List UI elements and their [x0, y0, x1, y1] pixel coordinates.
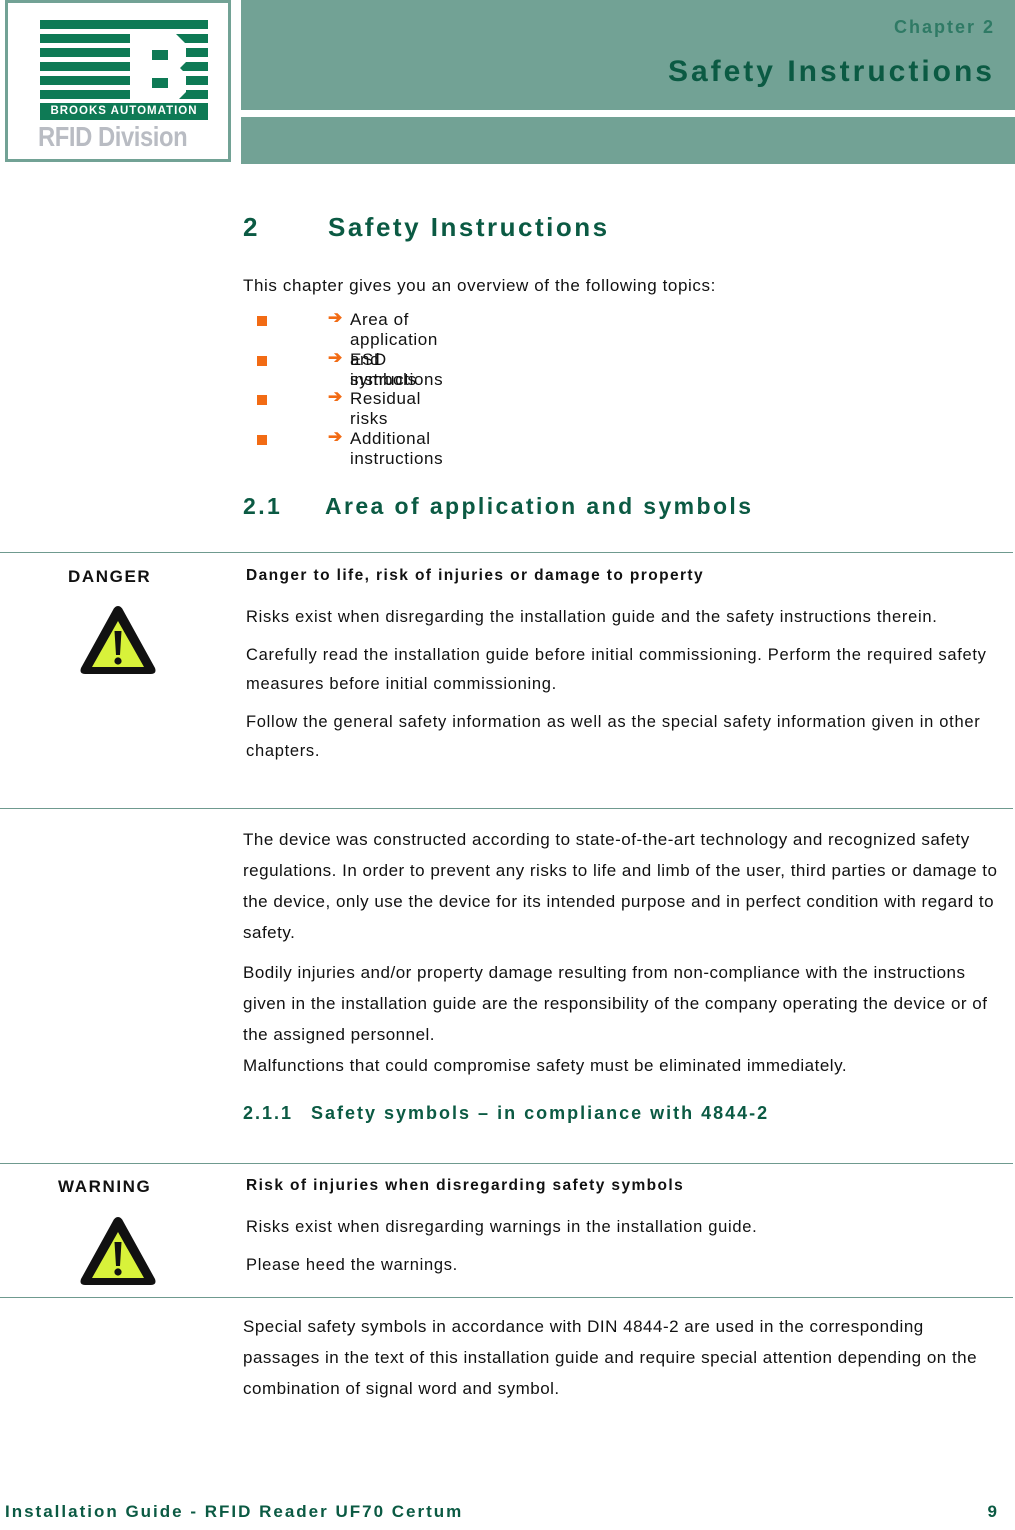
- danger-body: Risks exist when disregarding the instal…: [246, 603, 1006, 775]
- warning-triangle-icon: [80, 606, 156, 674]
- header-band-lower: [241, 117, 1015, 164]
- chapter-title: Safety Instructions: [667, 55, 995, 88]
- area-paragraphs: The device was constructed according to …: [243, 824, 1013, 1090]
- danger-signal-word: DANGER: [68, 567, 152, 586]
- bullet-square-icon: [257, 395, 267, 405]
- body-paragraph: Malfunctions that could compromise safet…: [243, 1056, 848, 1075]
- warning-triangle-icon: [80, 1217, 156, 1285]
- logo-stripes: BROOKS AUTOMATION: [40, 20, 208, 120]
- topic-link[interactable]: Residual risks: [350, 389, 421, 429]
- warning-paragraph: Please heed the warnings.: [246, 1256, 458, 1274]
- section-title: Safety Instructions: [328, 212, 610, 242]
- danger-box-top-rule: [0, 552, 1013, 553]
- subsection-title: Area of application and symbols: [325, 493, 754, 519]
- subsubsection-title: Safety symbols – in compliance with 4844…: [311, 1103, 770, 1123]
- danger-title: Danger to life, risk of injuries or dama…: [246, 567, 705, 584]
- right-arrow-icon: ➔: [328, 426, 343, 446]
- right-arrow-icon: ➔: [328, 347, 343, 367]
- danger-box-bottom-rule: [0, 808, 1013, 809]
- subsubsection-heading: 2.1.1 Safety symbols – in compliance with…: [243, 1103, 769, 1124]
- logo-division: RFID Division: [38, 121, 188, 152]
- bullet-square-icon: [257, 355, 267, 366]
- warning-title: Risk of injuries when disregarding safet…: [246, 1177, 685, 1194]
- bullet-square-icon: [257, 434, 267, 445]
- company-logo: BROOKS AUTOMATION RFID Division: [5, 0, 231, 162]
- section-heading: 2 Safety Instructions: [243, 212, 610, 243]
- warning-signal-word: WARNING: [58, 1177, 152, 1196]
- section-number: 2: [243, 212, 260, 242]
- chapter-label: Chapter 2: [893, 17, 995, 37]
- subsection-heading: 2.1 Area of application and symbols: [243, 493, 753, 520]
- intro-text: This chapter gives you an overview of th…: [243, 276, 716, 295]
- subsection-number: 2.1: [243, 493, 283, 519]
- topic-link[interactable]: Additional instructions: [350, 429, 443, 469]
- right-arrow-icon: ➔: [328, 308, 343, 327]
- danger-paragraph: Risks exist when disregarding the instal…: [246, 608, 938, 626]
- bullet-square-icon: [257, 316, 267, 326]
- symbols-paragraph: Special safety symbols in accordance wit…: [243, 1317, 978, 1398]
- danger-paragraph: Follow the general safety information as…: [246, 713, 981, 760]
- warning-paragraph: Risks exist when disregarding warnings i…: [246, 1218, 758, 1236]
- right-arrow-icon: ➔: [328, 387, 343, 406]
- danger-paragraph: Carefully read the installation guide be…: [246, 646, 987, 693]
- page-number: 9: [987, 1502, 997, 1521]
- logo-company-name: BROOKS AUTOMATION: [40, 103, 208, 120]
- logo-b-icon: [130, 34, 186, 102]
- body-paragraph: Bodily injuries and/or property damage r…: [243, 963, 988, 1044]
- subsubsection-number: 2.1.1: [243, 1103, 294, 1123]
- warning-box-bottom-rule: [0, 1297, 1013, 1298]
- header-band: Chapter 2 Safety Instructions: [241, 0, 1015, 110]
- body-paragraph: The device was constructed according to …: [243, 830, 998, 942]
- warning-box-top-rule: [0, 1163, 1013, 1164]
- topic-link[interactable]: ESD instructions: [350, 350, 443, 390]
- warning-body: Risks exist when disregarding warnings i…: [246, 1213, 1006, 1289]
- footer-doc-title: Installation Guide - RFID Reader UF70 Ce…: [5, 1502, 464, 1521]
